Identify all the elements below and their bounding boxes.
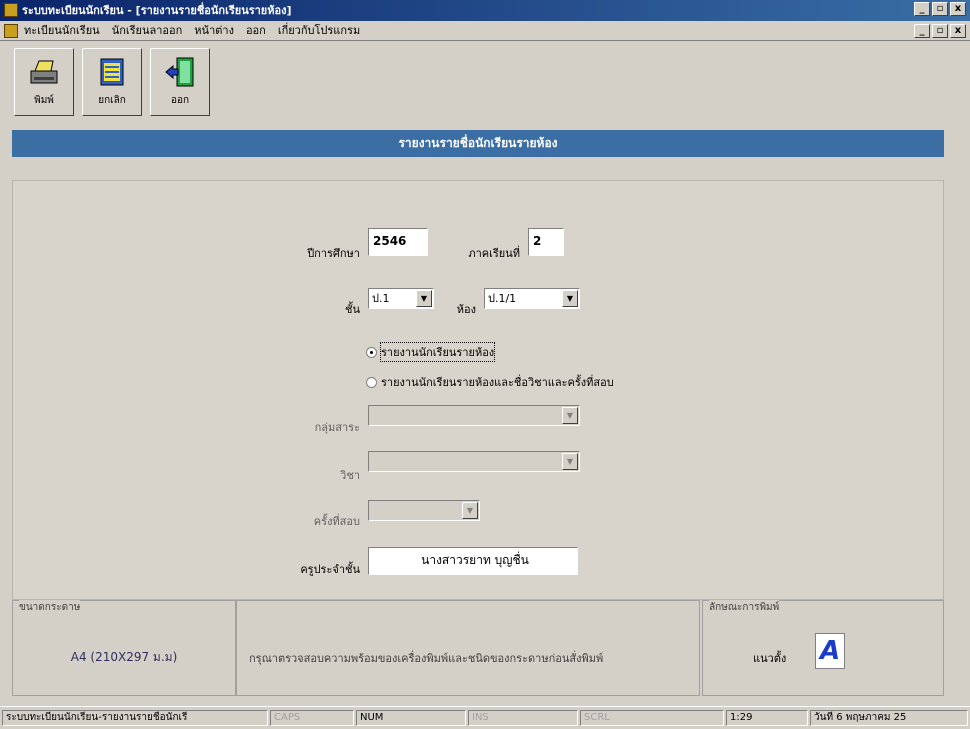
term-label: ภาคเรียนที่ — [468, 247, 520, 260]
status-time: 1:29 — [726, 710, 808, 726]
document-icon[interactable] — [4, 24, 18, 38]
status-num: NUM — [356, 710, 466, 726]
exam-round-select[interactable]: ▼ — [368, 500, 480, 521]
radio-button-checked[interactable] — [366, 346, 377, 358]
subject-select[interactable]: ▼ — [368, 451, 580, 472]
chevron-down-icon: ▼ — [562, 407, 578, 424]
subject-group-label: กลุ่มสาระ — [314, 421, 360, 434]
class-select[interactable]: ป.1 ▼ — [368, 288, 434, 309]
class-label: ชั้น — [345, 303, 360, 316]
print-label: พิมพ์ — [34, 95, 54, 106]
child-close-button[interactable]: x — [950, 24, 966, 38]
print-style-title: ลักษณะการพิมพ์ — [709, 600, 780, 615]
radio-class-subject-report-label: รายงานนักเรียนรายห้องและชื่อวิชาและครั้ง… — [381, 376, 614, 389]
term-input[interactable]: 2 — [528, 228, 564, 256]
class-select-value: ป.1 — [372, 292, 390, 305]
radio-class-report[interactable]: รายงานนักเรียนรายห้อง — [366, 342, 496, 362]
subject-label: วิชา — [340, 469, 360, 482]
paper-size-group: ขนาดกระดาษ A4 (210X297 ม.ม) — [12, 600, 236, 696]
maximize-button[interactable]: ▫ — [932, 2, 948, 16]
menu-registration[interactable]: ทะเบียนนักเรียน — [24, 21, 100, 41]
chevron-down-icon[interactable]: ▼ — [416, 290, 432, 307]
exit-door-icon — [165, 57, 194, 87]
menu-exit[interactable]: ออก — [246, 21, 266, 41]
status-ins: INS — [468, 710, 578, 726]
print-style-group: ลักษณะการพิมพ์ แนวตั้ง A — [702, 600, 944, 696]
child-restore-button[interactable]: ▫ — [932, 24, 948, 38]
notice-group: กรุณาตรวจสอบความพร้อมของเครื่องพิมพ์และช… — [236, 600, 700, 696]
status-caps: CAPS — [270, 710, 354, 726]
status-app-text: ระบบทะเบียนนักเรียน-รายงานรายชื่อนักเรี — [2, 710, 268, 726]
child-minimize-button[interactable]: _ — [914, 24, 930, 38]
paper-size-value: A4 (210X297 ม.ม) — [70, 650, 178, 664]
minimize-button[interactable]: _ — [914, 2, 930, 16]
chevron-down-icon: ▼ — [562, 453, 578, 470]
printer-notice: กรุณาตรวจสอบความพร้อมของเครื่องพิมพ์และช… — [249, 652, 604, 665]
cancel-doc-icon — [100, 58, 124, 86]
toolbar: พิมพ์ ยกเลิก ออก — [0, 41, 970, 121]
radio-button[interactable] — [366, 376, 377, 388]
printer-icon — [30, 60, 58, 84]
bottom-panel: ขนาดกระดาษ A4 (210X297 ม.ม) กรุณาตรวจสอบ… — [12, 600, 944, 696]
homeroom-teacher-label: ครูประจำชั้น — [300, 563, 360, 576]
window-title: ระบบทะเบียนนักเรียน - [รายงานรายชื่อนักเ… — [22, 4, 292, 17]
year-label: ปีการศึกษา — [307, 247, 360, 260]
exit-button[interactable]: ออก — [150, 48, 210, 116]
room-label: ห้อง — [456, 303, 476, 316]
status-scrl: SCRL — [580, 710, 724, 726]
paper-size-title: ขนาดกระดาษ — [19, 600, 81, 615]
menu-window[interactable]: หน้าต่าง — [194, 21, 234, 41]
menu-student-leave[interactable]: นักเรียนลาออก — [112, 21, 183, 41]
exit-label: ออก — [170, 95, 190, 106]
exam-round-label: ครั้งที่สอบ — [313, 515, 360, 528]
radio-class-subject-report[interactable]: รายงานนักเรียนรายห้องและชื่อวิชาและครั้ง… — [366, 373, 614, 391]
window-title-bar: ระบบทะเบียนนักเรียน - [รายงานรายชื่อนักเ… — [0, 0, 970, 21]
cancel-button[interactable]: ยกเลิก — [82, 48, 142, 116]
print-button[interactable]: พิมพ์ — [14, 48, 74, 116]
radio-class-report-label: รายงานนักเรียนรายห้อง — [379, 342, 496, 362]
room-select-value: ป.1/1 — [488, 292, 517, 305]
year-input[interactable]: 2546 — [368, 228, 428, 256]
status-date: วันที่ 6 พฤษภาคม 25 — [810, 710, 968, 726]
room-select[interactable]: ป.1/1 ▼ — [484, 288, 580, 309]
chevron-down-icon: ▼ — [462, 502, 478, 519]
homeroom-teacher-input[interactable]: นางสาวรยาท บุญชื่น — [368, 547, 578, 575]
app-icon — [4, 3, 18, 17]
close-button[interactable]: x — [950, 2, 966, 16]
report-header: รายงานรายชื่อนักเรียนรายห้อง — [12, 130, 944, 157]
chevron-down-icon[interactable]: ▼ — [562, 290, 578, 307]
orientation-label: แนวตั้ง — [753, 652, 787, 665]
status-bar: ระบบทะเบียนนักเรียน-รายงานรายชื่อนักเรี … — [0, 706, 970, 729]
menu-bar: ทะเบียนนักเรียน นักเรียนลาออก หน้าต่าง อ… — [0, 21, 970, 41]
portrait-orientation-icon[interactable]: A — [815, 633, 845, 669]
menu-about[interactable]: เกี่ยวกับโปรแกรม — [278, 21, 360, 41]
subject-group-select[interactable]: ▼ — [368, 405, 580, 426]
cancel-label: ยกเลิก — [98, 95, 126, 106]
